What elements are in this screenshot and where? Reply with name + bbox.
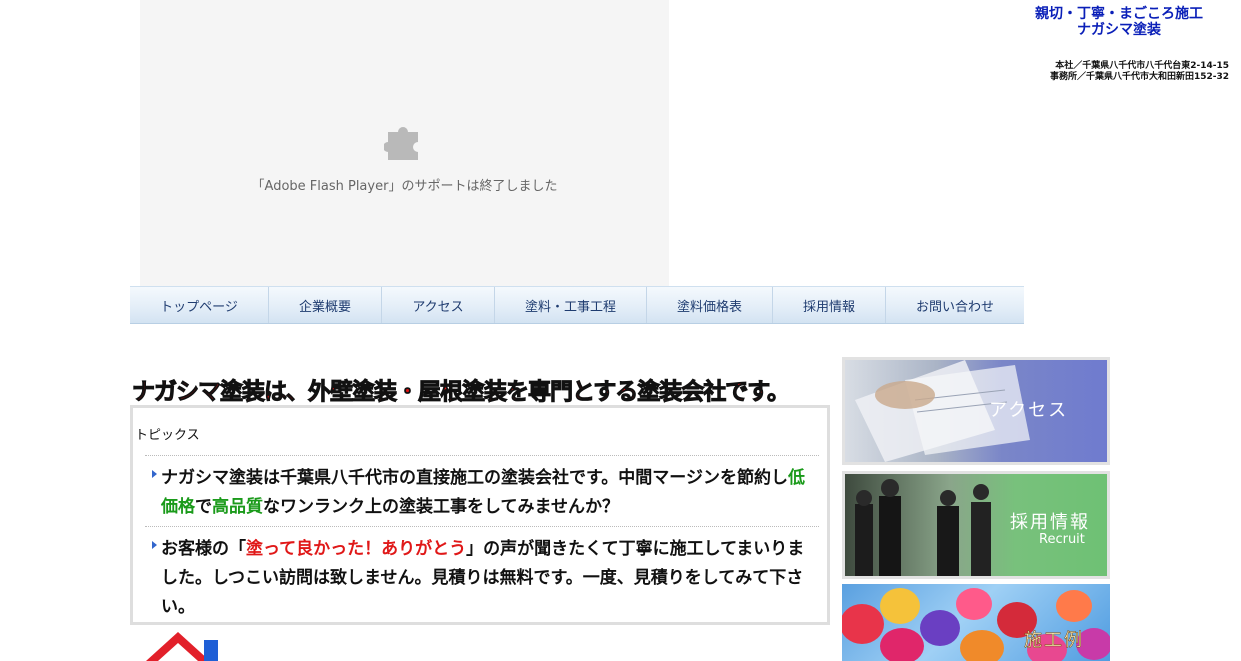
topic-highlight: 高品質 (212, 497, 263, 517)
topic-text: なワンランク上の塗装工事をしてみませんか？ (263, 497, 619, 517)
flash-placeholder: 「Adobe Flash Player」のサポートは終了しました (140, 0, 669, 286)
works-banner[interactable]: 施工例 (842, 584, 1110, 661)
nav-item-recruit[interactable]: 採用情報 (773, 287, 886, 323)
company-tagline: 親切・丁寧・まごころ施工 ナガシマ塗装 (1009, 6, 1229, 38)
nav-item-top[interactable]: トップページ (130, 287, 269, 323)
recruit-banner[interactable]: 採用情報 Recruit (842, 471, 1110, 579)
puzzle-icon (384, 127, 418, 160)
recruit-banner-sublabel: Recruit (1039, 532, 1085, 547)
nav-item-contact[interactable]: お問い合わせ (886, 287, 1024, 323)
topic-item: お客様の「塗って良かった！ありがとう」の声が聞きたくて丁寧に施工してまいりました… (145, 526, 819, 622)
address-office: 事務所／千葉県八千代市大和田新田152-32 (1049, 72, 1229, 82)
house-icon (146, 632, 218, 661)
nav-item-company[interactable]: 企業概要 (269, 287, 382, 323)
nav-item-prices[interactable]: 塗料価格表 (647, 287, 773, 323)
tagline-line-1: 親切・丁寧・まごころ施工 (1035, 6, 1203, 22)
address-headquarters: 本社／千葉県八千代市八千代台東2-14-15 (1055, 61, 1229, 71)
recruit-banner-label: 採用情報 (1010, 512, 1090, 533)
triangle-bullet-icon (152, 541, 157, 549)
topic-highlight: 塗って良かった！ありがとう (246, 539, 467, 559)
topics-title: トピックス (135, 428, 200, 443)
main-navigation: トップページ 企業概要 アクセス 塗料・工事工程 塗料価格表 採用情報 お問い合… (130, 286, 1024, 324)
works-banner-label: 施工例 (1024, 630, 1084, 652)
topics-panel: トピックス ナガシマ塗装は千葉県八千代市の直接施工の塗装会社です。中間マージンを… (130, 405, 830, 625)
access-banner[interactable]: アクセス (842, 357, 1110, 465)
topic-item: ナガシマ塗装は千葉県八千代市の直接施工の塗装会社です。中間マージンを節約し低価格… (145, 455, 819, 522)
company-name: ナガシマ塗装 (1077, 22, 1161, 38)
access-banner-label: アクセス (989, 400, 1069, 421)
topic-text: ナガシマ塗装は千葉県八千代市の直接施工の塗装会社です。中間マージンを節約し (161, 468, 788, 488)
topic-text: で (195, 497, 212, 517)
nav-item-process[interactable]: 塗料・工事工程 (495, 287, 647, 323)
topic-text: お客様の「 (161, 539, 246, 559)
nav-item-access[interactable]: アクセス (382, 287, 495, 323)
company-address: 本社／千葉県八千代市八千代台東2-14-15 事務所／千葉県八千代市大和田新田1… (1050, 61, 1229, 83)
flash-unsupported-message: 「Adobe Flash Player」のサポートは終了しました (251, 179, 558, 194)
triangle-bullet-icon (152, 470, 157, 478)
page-headline: ナガシマ塗装は、外壁塗装・屋根塗装を専門とする塗装会社です。 (131, 379, 790, 406)
